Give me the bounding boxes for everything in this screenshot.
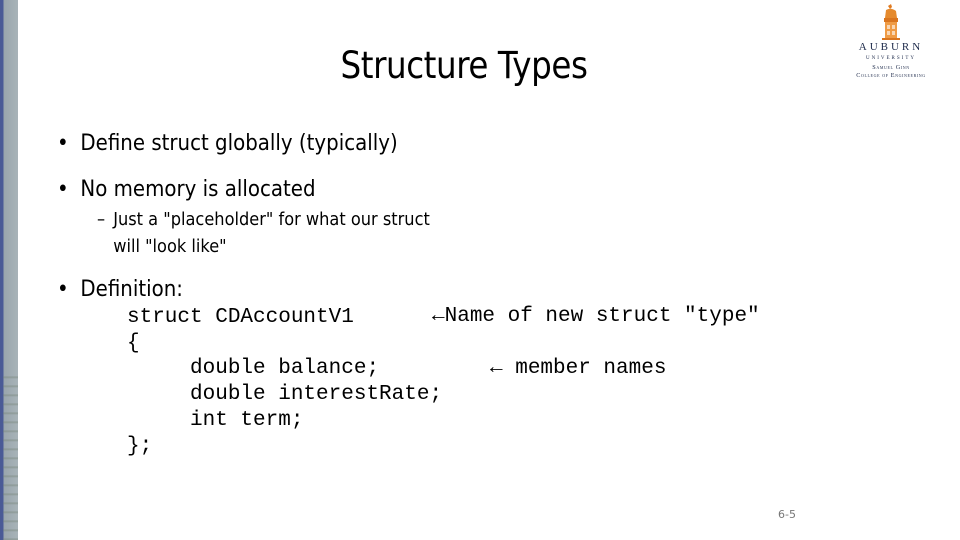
code-line: double balance;	[127, 357, 380, 381]
bullet-text: No memory is allocated	[80, 177, 316, 202]
bullet-item: • Define struct globally (typically)	[57, 131, 398, 156]
code-line: int term;	[127, 408, 304, 432]
annotation-text: member names	[502, 357, 667, 380]
code-line: {	[127, 331, 140, 355]
dash-icon: –	[97, 209, 106, 230]
left-arrow-icon: ←	[432, 305, 445, 328]
bullet-icon: •	[57, 177, 69, 202]
left-decorative-strip	[0, 0, 18, 540]
code-block: struct CDAccountV1{ double balance; doub…	[127, 305, 442, 459]
bullet-text: Define struct globally (typically)	[80, 131, 398, 156]
code-line: };	[127, 434, 153, 458]
bullet-icon: •	[57, 131, 69, 156]
slide-title: Structure Types	[340, 44, 588, 87]
annotation-struct-name: ←Name of new struct "type"	[432, 305, 760, 328]
left-arrow-icon: ←	[490, 357, 503, 380]
bullet-item: • No memory is allocated	[57, 177, 316, 202]
bullet-text: Definition:	[80, 277, 183, 302]
annotation-members: ← member names	[490, 357, 666, 380]
page-number: 6-5	[778, 508, 796, 521]
code-line: double interestRate;	[127, 383, 443, 407]
code-line: struct CDAccountV1	[127, 306, 354, 329]
sub-bullet-item: – Just a "placeholder" for what our struc…	[97, 206, 430, 260]
bullet-icon: •	[57, 277, 69, 302]
tower-icon	[882, 4, 900, 40]
annotation-text: Name of new struct "type"	[444, 305, 760, 328]
strip-lines	[3, 370, 18, 540]
bullet-item: • Definition:	[57, 277, 183, 302]
sub-bullet-text-continued: will "look like"	[113, 236, 227, 257]
sub-bullet-text: Just a "placeholder" for what our struct	[113, 209, 430, 230]
